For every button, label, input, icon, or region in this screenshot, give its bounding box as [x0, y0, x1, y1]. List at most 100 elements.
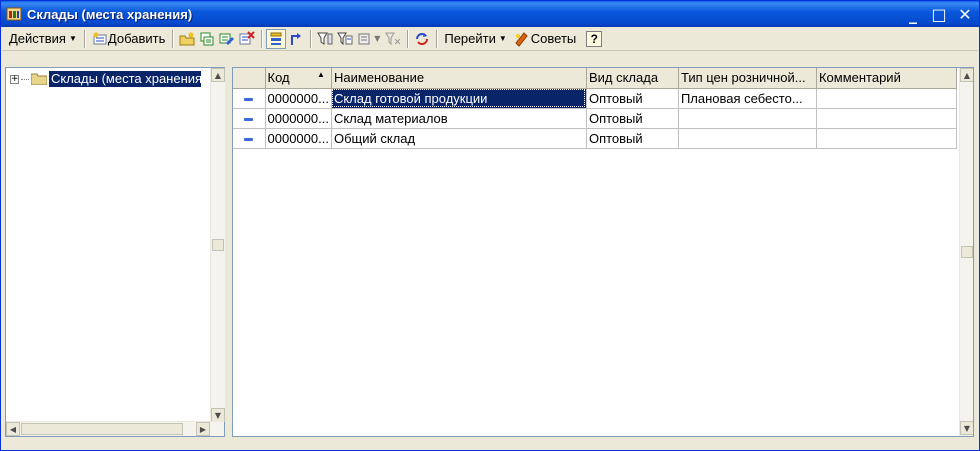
refresh-button[interactable]	[412, 29, 432, 49]
hierarchy-toggle-button[interactable]	[266, 28, 287, 49]
sort-ascending-icon: ▲	[317, 70, 325, 80]
cell-code[interactable]: 0000000...	[265, 108, 332, 129]
actions-label: Действия	[9, 31, 66, 46]
tree-node-label[interactable]: Склады (места хранения)	[49, 71, 201, 87]
cell-code[interactable]: 0000000...	[265, 128, 332, 149]
tree-node-root[interactable]: + Склады (места хранения)	[10, 70, 201, 88]
scroll-up-button[interactable]: ▲	[960, 68, 973, 82]
tips-icon	[515, 31, 528, 47]
scroll-thumb[interactable]	[212, 239, 224, 251]
catalog-list[interactable]: Код ▲ Наименование Вид склада Тип цен роз…	[232, 67, 974, 437]
cell-comment[interactable]	[816, 88, 957, 109]
scroll-down-button[interactable]: ▼	[960, 421, 973, 435]
edit-icon	[219, 33, 235, 45]
tree-vertical-scrollbar[interactable]: ▲ ▼	[210, 68, 225, 422]
chevron-down-icon: ▼	[498, 34, 507, 43]
copy-icon	[200, 32, 214, 45]
chevron-down-icon: ▼	[374, 34, 381, 43]
tips-label: Советы	[530, 31, 577, 46]
column-header-comment[interactable]: Комментарий	[816, 68, 957, 89]
refresh-icon	[416, 32, 429, 45]
scroll-down-button[interactable]: ▼	[211, 408, 225, 422]
filter-history-icon	[358, 33, 370, 44]
toolbar-separator	[407, 29, 409, 48]
tips-button[interactable]: Советы	[510, 29, 579, 49]
copy-button[interactable]	[197, 29, 217, 49]
add-icon	[93, 32, 107, 44]
add-folder-icon	[179, 32, 195, 45]
cell-name[interactable]: Склад материалов	[331, 108, 587, 129]
catalog-icon	[6, 7, 22, 21]
goto-label: Перейти	[444, 31, 496, 46]
toolbar-separator	[436, 29, 438, 48]
cell-code[interactable]: 0000000...	[265, 88, 332, 109]
delete-button[interactable]	[237, 29, 257, 49]
row-marker	[233, 108, 266, 129]
title-bar[interactable]: Склады (места хранения) _ □ ✕	[1, 1, 979, 27]
element-icon	[244, 137, 254, 141]
tree-connector	[21, 78, 29, 80]
filter-value-icon	[337, 32, 353, 45]
warehouse-table: Код ▲ Наименование Вид склада Тип цен роз…	[233, 68, 957, 149]
column-header-name[interactable]: Наименование	[331, 68, 587, 89]
toolbar-separator	[310, 29, 312, 48]
expand-icon[interactable]: +	[10, 74, 19, 84]
maximize-button[interactable]: □	[929, 4, 949, 24]
row-marker	[233, 128, 266, 149]
scroll-up-button[interactable]: ▲	[211, 68, 225, 82]
column-header-marker	[233, 68, 266, 89]
help-button[interactable]: ?	[583, 29, 605, 49]
cell-price-type[interactable]: Плановая себесто...	[678, 88, 817, 109]
cell-type[interactable]: Оптовый	[586, 108, 679, 129]
close-button[interactable]: ✕	[955, 4, 975, 24]
catalog-window: Склады (места хранения) _ □ ✕ Действия ▼…	[0, 0, 980, 451]
scroll-right-button[interactable]: ▶	[196, 422, 210, 436]
cell-price-type[interactable]	[678, 108, 817, 129]
column-header-price-type[interactable]: Тип цен розничной...	[678, 68, 817, 89]
scroll-thumb[interactable]	[961, 246, 973, 258]
add-label: Добавить	[107, 31, 166, 46]
window-title: Склады (места хранения)	[27, 6, 193, 22]
table-row[interactable]: 0000000... Общий склад Оптовый	[233, 128, 957, 149]
filter-icon	[317, 32, 333, 45]
filter-history-button[interactable]: ▼	[355, 29, 383, 49]
cell-name[interactable]: Склад готовой продукции	[331, 88, 587, 109]
cell-type[interactable]: Оптовый	[586, 128, 679, 149]
element-icon	[244, 97, 254, 101]
cell-comment[interactable]	[816, 108, 957, 129]
list-vertical-scrollbar[interactable]: ▲ ▼	[959, 68, 973, 436]
filter-button[interactable]	[315, 29, 335, 49]
groups-tree[interactable]: + Склады (места хранения) ▲ ▼ ◀ ▶	[5, 67, 225, 437]
cell-name[interactable]: Общий склад	[331, 128, 587, 149]
column-header-type[interactable]: Вид склада	[586, 68, 679, 89]
toolbar-separator	[83, 29, 85, 48]
table-row[interactable]: 0000000... Склад материалов Оптовый	[233, 108, 957, 129]
goto-menu-button[interactable]: Перейти ▼	[441, 29, 509, 49]
column-header-code[interactable]: Код ▲	[265, 68, 332, 89]
row-marker	[233, 88, 266, 109]
clear-filter-icon	[385, 32, 401, 45]
add-button[interactable]: Добавить	[89, 29, 168, 49]
toolbar-separator	[172, 29, 174, 48]
edit-button[interactable]	[217, 29, 237, 49]
level-up-button[interactable]	[286, 29, 306, 49]
chevron-down-icon: ▼	[68, 34, 77, 43]
minimize-button[interactable]: _	[903, 4, 923, 24]
actions-menu-button[interactable]: Действия ▼	[6, 29, 80, 49]
level-up-icon	[291, 32, 302, 45]
cell-price-type[interactable]	[678, 128, 817, 149]
clear-filter-button[interactable]	[383, 29, 403, 49]
add-group-button[interactable]	[177, 29, 197, 49]
tree-horizontal-scrollbar[interactable]: ◀ ▶	[6, 421, 224, 436]
scroll-left-button[interactable]: ◀	[6, 422, 20, 436]
cell-comment[interactable]	[816, 128, 957, 149]
folder-icon	[31, 73, 47, 85]
scroll-thumb[interactable]	[21, 423, 183, 435]
table-row[interactable]: 0000000... Склад готовой продукции Оптов…	[233, 88, 957, 109]
cell-type[interactable]: Оптовый	[586, 88, 679, 109]
table-header-row: Код ▲ Наименование Вид склада Тип цен роз…	[233, 68, 957, 89]
element-icon	[244, 117, 254, 121]
help-icon: ?	[586, 30, 603, 47]
filter-by-value-button[interactable]	[335, 29, 355, 49]
hierarchy-icon	[270, 32, 282, 45]
